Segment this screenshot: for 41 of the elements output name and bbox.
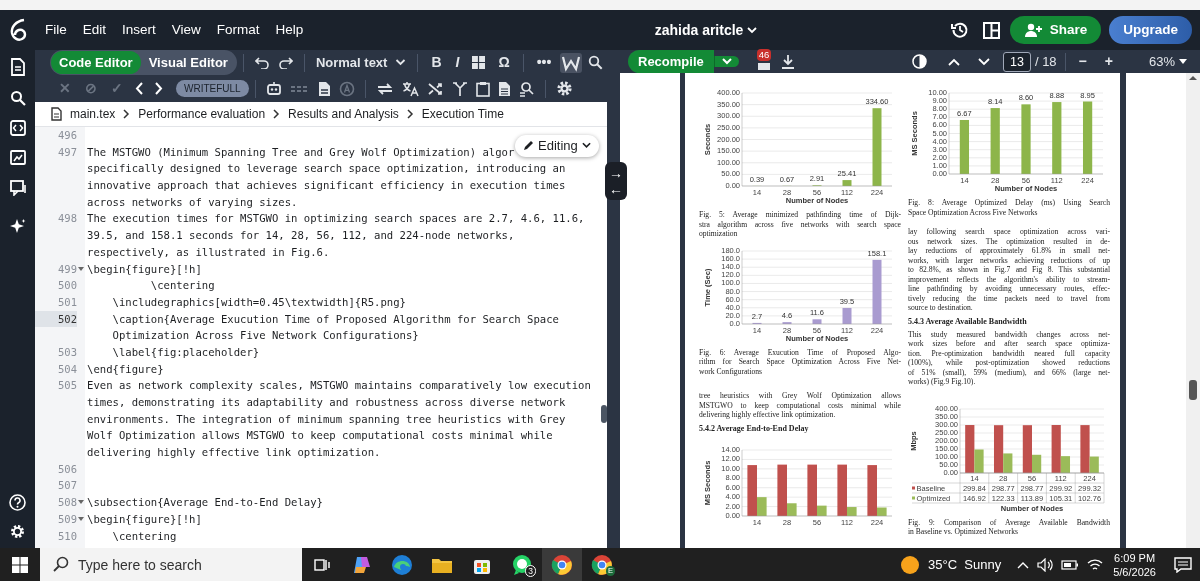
notification-badge: 3 [525,565,536,577]
code-text: Wolf Optimization allows MSTGWO to keep computational costs minimal while [87,429,553,442]
code-text: \subsection{Average End-to-End Delay} [87,496,323,509]
code-text: \begin{figure}[!h] [87,512,202,525]
code-text: The execution times for MSTGWO in optimizing search spaces are 2.7, 4.6, 11.6, [87,212,585,225]
code-text: respectively, as illustrated in Fig.6. [87,245,330,258]
section-heading: 5.4.2 Average End-to-End Delay [699,423,810,434]
code-text: environments. The integration of minimum spanning tree heuristics with Grey [87,412,566,425]
line-number: 501 [58,295,77,308]
page-total: / 18 [1034,52,1057,71]
line-number: 506 [58,462,77,475]
code-text: \begin{figure}[!h] [87,262,202,275]
code-text: \includegraphics[width=0.45\textwidth]{R5.png} [111,295,406,308]
code-text: \centering [149,279,215,292]
code-text: \end{figure} [87,362,164,375]
line-number: 496 [58,129,77,141]
code-text: \label{fig:placeholder} [111,345,260,358]
line-number: 507 [58,479,77,492]
line-number: 509 [58,512,77,525]
code-text: \caption{Average Exucution Time of Proposed Algorithm for Search Space [111,312,559,325]
line-number: 502 [58,312,77,325]
line-number: 504 [58,362,77,375]
code-text: 39.5, and 158.1 seconds for 14, 28, 56, 112, and 224-node networks, [87,229,515,242]
line-number: 500 [58,279,77,292]
code-text: Optimization Across Five Network Configurations} [111,329,419,342]
code-text: The MSTGWO (Minimum Spanning Tree and Grey Wolf Optimization) algor [87,145,515,158]
code-text: delivering highly effective link optimization. [87,446,381,459]
line-number: 508 [58,496,77,509]
code-text: Even as network complexity scales, MSTGWO maintains comparatively low execution [87,379,591,392]
code-text: times, demonstrating its adaptability and robustness across diverse network [87,396,566,408]
section-heading: 5.4.3 Average Available Bandwidth [908,316,1028,327]
line-number: 498 [58,212,77,225]
line-number: 503 [58,345,77,358]
line-number: 499 [58,262,77,275]
line-number: 497 [58,145,77,158]
line-number: 510 [58,529,77,542]
code-text: specifically designed to leverage search space optimization, introducing an [87,162,566,175]
code-text: innovative approach that achieves significant efficiency in execution times [87,179,566,192]
code-text: across networks of varying sizes. [87,195,298,208]
line-number: 505 [58,379,77,392]
code-text: \centering [111,529,177,542]
